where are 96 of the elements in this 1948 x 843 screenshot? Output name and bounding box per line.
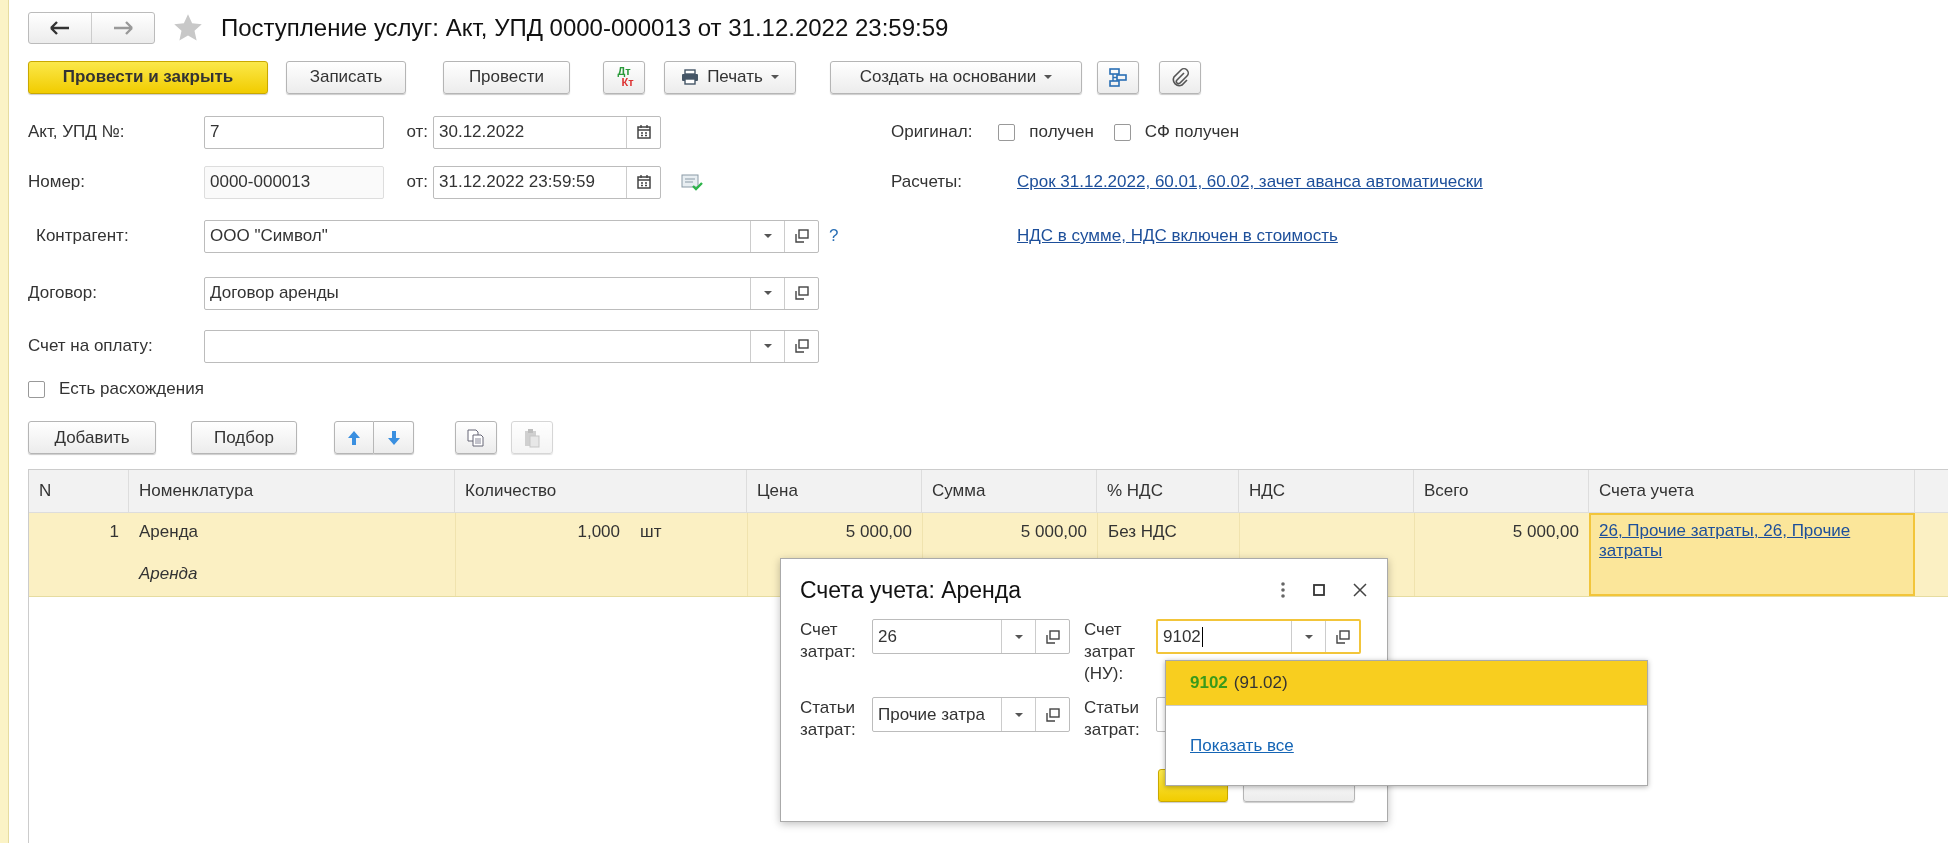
open-icon — [794, 229, 809, 243]
account-field[interactable]: 26 — [872, 619, 1070, 654]
help-link[interactable]: ? — [829, 226, 839, 246]
checkbox-label: получен — [1029, 122, 1094, 142]
field-label: Контрагент: — [35, 226, 130, 246]
debit-credit-button[interactable]: Дт Кт — [603, 60, 645, 94]
reference-field[interactable]: ООО "Символ" — [204, 219, 819, 253]
table-button[interactable]: Подбор — [191, 421, 297, 454]
field-label: Счет затрат (НУ): — [1084, 619, 1136, 685]
more-icon[interactable] — [1281, 582, 1285, 598]
checkbox[interactable] — [998, 123, 1016, 141]
table-cell: Без НДС — [1108, 522, 1177, 542]
toolbar-button[interactable]: Записать — [286, 60, 406, 94]
calendar-icon — [636, 175, 651, 189]
move-down-button[interactable] — [374, 421, 414, 454]
paperclip-icon — [1170, 67, 1190, 87]
column-header[interactable]: % НДС — [1097, 470, 1239, 512]
dropdown-caret-icon — [763, 291, 772, 295]
account-field[interactable]: Прочие затра — [872, 697, 1070, 732]
dropdown-caret-icon — [1014, 712, 1023, 717]
maximize-icon[interactable] — [1313, 584, 1325, 596]
structure-icon — [1108, 67, 1128, 87]
field-label: Статьи затрат: — [1084, 697, 1141, 741]
toolbar-button[interactable]: Провести — [443, 60, 570, 94]
table-cell: 5 000,00 — [845, 522, 912, 542]
settlements-link[interactable]: Срок 31.12.2022, 60.01, 60.02, зачет аванса автоматически — [1017, 172, 1483, 192]
reference-field[interactable] — [204, 329, 819, 363]
checkbox-label: СФ получен — [1144, 122, 1240, 142]
structure-button[interactable] — [1097, 60, 1139, 94]
date-field[interactable]: 31.12.2022 23:59:59 — [433, 165, 661, 199]
account-field[interactable]: 9102 — [1156, 619, 1361, 654]
field-label: Счет затрат: — [800, 619, 857, 663]
star-icon[interactable] — [173, 13, 203, 43]
dropdown-caret-icon — [1014, 634, 1023, 639]
open-icon — [1335, 629, 1350, 644]
table-cell: 5 000,00 — [1020, 522, 1087, 542]
field-label: Расчеты: — [891, 172, 963, 192]
caret-icon — [1044, 75, 1053, 79]
printer-icon — [681, 69, 700, 85]
document-number-field[interactable]: 0000-000013 — [204, 165, 384, 199]
table-button[interactable]: Добавить — [28, 421, 156, 454]
dropdown-caret-icon — [1304, 634, 1313, 639]
column-header[interactable]: N — [29, 470, 129, 512]
reference-field[interactable]: Договор аренды — [204, 276, 819, 310]
date-field[interactable]: 30.12.2022 — [433, 115, 661, 149]
accounts-link[interactable]: 26, Прочие затраты, 26, Прочие затраты — [1599, 521, 1869, 561]
open-icon — [794, 286, 809, 300]
copy-icon — [466, 427, 486, 448]
table-cell: Аренда — [139, 564, 198, 584]
field-label: Оригинал: — [891, 122, 973, 142]
attach-button[interactable] — [1159, 60, 1201, 94]
table-cell: 1,000 — [577, 522, 620, 542]
move-up-button[interactable] — [334, 421, 374, 454]
table-cell: 1 — [109, 522, 119, 542]
checkbox[interactable] — [28, 380, 45, 398]
arrow-down-icon — [386, 429, 401, 446]
column-header[interactable]: Сумма — [922, 470, 1097, 512]
accounts-cell[interactable]: 26, Прочие затраты, 26, Прочие затраты — [1589, 513, 1915, 596]
dropdown-item[interactable]: 9102 (91.02) — [1166, 661, 1647, 706]
table-cell: 5 000,00 — [1512, 522, 1579, 542]
dropdown-caret-icon — [763, 234, 772, 238]
show-all-link[interactable]: Показать все — [1190, 735, 1294, 756]
close-icon[interactable] — [1353, 583, 1367, 597]
column-header[interactable]: Количество — [455, 470, 747, 512]
column-header[interactable]: Номенклатура — [129, 470, 455, 512]
vat-link[interactable]: НДС в сумме, НДС включен в стоимость — [1017, 226, 1338, 246]
field-label: от: — [405, 122, 429, 142]
clipboard-icon — [522, 427, 542, 448]
field-label: Договор: — [28, 283, 98, 303]
column-header[interactable]: Счета учета — [1589, 470, 1915, 512]
column-header[interactable]: Цена — [747, 470, 922, 512]
print-menu-button[interactable]: Печать — [664, 60, 796, 94]
field-label: Акт, УПД №: — [28, 122, 126, 142]
table-cell: Аренда — [139, 522, 198, 542]
open-icon — [794, 339, 809, 353]
open-icon — [1045, 629, 1060, 644]
act-number-field[interactable]: 7 — [204, 115, 384, 149]
caret-icon — [770, 75, 779, 79]
field-label: от: — [405, 172, 429, 192]
table-cell: шт — [640, 522, 662, 542]
calendar-icon — [636, 125, 651, 139]
copy-button[interactable] — [455, 421, 497, 454]
field-label: Счет на оплату: — [28, 336, 154, 356]
window-title: Поступление услуг: Акт, УПД 0000-000013 от 31.12.2022 23:59:59 — [221, 14, 949, 42]
column-header[interactable]: Всего — [1414, 470, 1589, 512]
column-header[interactable]: НДС — [1239, 470, 1414, 512]
open-icon — [1045, 707, 1060, 722]
checkbox[interactable] — [1113, 123, 1131, 141]
post-and-close-button[interactable]: Провести и закрыть — [28, 60, 268, 94]
create-based-on-button[interactable]: Создать на основании — [830, 60, 1082, 94]
checkbox-label: Есть расхождения — [59, 379, 204, 399]
document-check-icon[interactable] — [681, 173, 703, 191]
field-label: Номер: — [28, 172, 87, 192]
field-label: Статьи затрат: — [800, 697, 857, 741]
arrow-up-icon — [347, 429, 361, 446]
dropdown-caret-icon — [763, 344, 772, 348]
